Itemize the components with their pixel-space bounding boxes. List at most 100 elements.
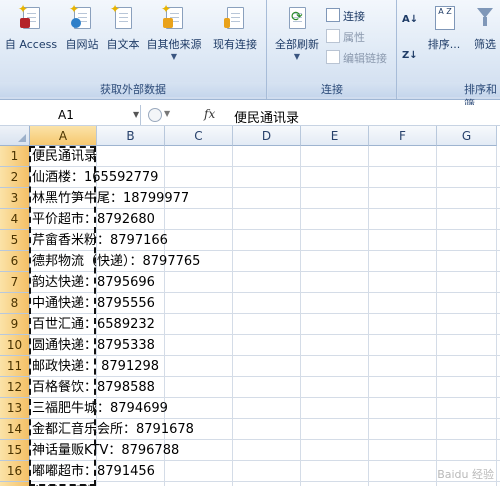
- column-header-c[interactable]: C: [165, 126, 233, 146]
- connections-button[interactable]: 连接: [326, 8, 365, 24]
- cell-a16[interactable]: 嘟嘟超市：8791456: [32, 461, 155, 482]
- row-header-2[interactable]: 2: [0, 167, 30, 188]
- filter-label: 筛选: [474, 38, 496, 51]
- group-label-sort-filter: 排序和筛: [398, 82, 500, 111]
- sort-descending-button[interactable]: Z↓: [402, 50, 418, 61]
- sort-button[interactable]: A Z 排序...: [424, 6, 464, 52]
- row-header-5[interactable]: 5: [0, 230, 30, 251]
- from-access-button[interactable]: ✦ 自 Access: [4, 3, 58, 52]
- column-header-a[interactable]: A: [30, 126, 97, 146]
- watermark-logo: Baidu 经验: [437, 468, 494, 481]
- column-gridline: [300, 146, 301, 486]
- column-header-g[interactable]: G: [437, 126, 497, 146]
- chevron-down-icon: ▼: [293, 52, 301, 61]
- other-sources-icon: ✦: [161, 3, 185, 30]
- row-header-11[interactable]: 11: [0, 356, 30, 377]
- column-header-d[interactable]: D: [233, 126, 301, 146]
- connections-icon: [326, 8, 340, 22]
- column-header-b[interactable]: B: [97, 126, 165, 146]
- cell-a14[interactable]: 金都汇音乐会所：8791678: [32, 419, 194, 440]
- row-header-10[interactable]: 10: [0, 335, 30, 356]
- properties-label: 属性: [343, 31, 365, 44]
- from-other-sources-button[interactable]: ✦ 自其他来源 ▼: [144, 3, 204, 61]
- cell-a10[interactable]: 圆通快递：8795338: [32, 335, 155, 356]
- spreadsheet-grid[interactable]: ABCDEFG 1234567891011121314151617 便民通讯录仙…: [0, 126, 500, 486]
- formula-input[interactable]: 便民通讯录: [234, 107, 299, 126]
- properties-button[interactable]: 属性: [326, 29, 365, 45]
- formula-tools: ▼ fx: [148, 106, 218, 124]
- row-header-4[interactable]: 4: [0, 209, 30, 230]
- cell-a3[interactable]: 林黑竹笋牛尾：18799977: [32, 188, 189, 209]
- formula-circle-icon: [148, 108, 162, 122]
- cell-a6[interactable]: 德邦物流（快递）：8797765: [32, 251, 200, 272]
- row-header-16[interactable]: 16: [0, 461, 30, 482]
- row-header-15[interactable]: 15: [0, 440, 30, 461]
- connections-label: 连接: [343, 10, 365, 23]
- cell-a4[interactable]: 平价超市：8792680: [32, 209, 155, 230]
- cell-a1[interactable]: 便民通讯录: [32, 146, 97, 167]
- group-label-connections: 连接: [268, 82, 396, 97]
- column-header-e[interactable]: E: [301, 126, 369, 146]
- refresh-all-label: 全部刷新: [275, 38, 319, 51]
- from-text-button[interactable]: ✦ 自文本: [104, 3, 142, 52]
- existing-connections-label: 现有连接: [213, 38, 257, 51]
- row-header-8[interactable]: 8: [0, 293, 30, 314]
- name-box[interactable]: A1 ▼: [0, 105, 141, 125]
- from-other-sources-label: 自其他来源: [146, 38, 202, 51]
- from-text-label: 自文本: [106, 38, 140, 51]
- group-sort-filter: A↓ Z↓ A Z 排序... 筛选 排序和筛: [398, 0, 500, 111]
- group-label-external-data: 获取外部数据: [0, 82, 266, 97]
- cell-a2[interactable]: 仙酒楼：165592779: [32, 167, 158, 188]
- insert-function-icon[interactable]: fx: [204, 107, 215, 121]
- cell-a7[interactable]: 韵达快递：8795696: [32, 272, 155, 293]
- sort-descending-icon: Z↓: [402, 50, 418, 61]
- row-header-13[interactable]: 13: [0, 398, 30, 419]
- name-box-value: A1: [58, 108, 74, 122]
- sort-dialog-icon: A Z: [433, 6, 455, 30]
- column-gridline: [436, 146, 437, 486]
- row-header-6[interactable]: 6: [0, 251, 30, 272]
- properties-icon: [326, 29, 340, 43]
- row-header-12[interactable]: 12: [0, 377, 30, 398]
- access-icon: ✦: [18, 3, 42, 30]
- cell-a15[interactable]: 神话量贩KTV：8796788: [32, 440, 179, 461]
- group-external-data: ✦ 自 Access ✦ 自网站 ✦ 自文本 ✦ 自其他来源 ▼ 现有连接 获取…: [0, 0, 267, 99]
- from-web-button[interactable]: ✦ 自网站: [62, 3, 102, 52]
- link-icon: [326, 50, 340, 64]
- column-header-f[interactable]: F: [369, 126, 437, 146]
- filter-button[interactable]: 筛选: [468, 6, 500, 52]
- chevron-down-icon[interactable]: ▼: [133, 110, 139, 119]
- existing-connections-icon: [224, 6, 246, 30]
- cell-a17[interactable]: 九州天码鞋: [32, 482, 97, 486]
- row-header-9[interactable]: 9: [0, 314, 30, 335]
- cell-a8[interactable]: 中通快递：8795556: [32, 293, 155, 314]
- sort-az-box: A Z: [435, 6, 455, 30]
- column-gridline: [232, 146, 233, 486]
- edit-links-label: 编辑链接: [343, 52, 387, 65]
- row-header-1[interactable]: 1: [0, 146, 30, 167]
- cell-a11[interactable]: 邮政快递： 8791298: [32, 356, 159, 377]
- from-web-label: 自网站: [65, 38, 99, 51]
- refresh-all-button[interactable]: ⟳ 全部刷新 ▼: [272, 6, 322, 61]
- group-connections: ⟳ 全部刷新 ▼ 连接 属性 编辑链接 连接: [268, 0, 397, 99]
- cell-a13[interactable]: 三福肥牛城：8794699: [32, 398, 168, 419]
- row-header-17[interactable]: 17: [0, 482, 30, 486]
- select-all-button[interactable]: [0, 126, 30, 146]
- sort-ascending-button[interactable]: A↓: [402, 14, 418, 25]
- text-file-icon: ✦: [110, 3, 134, 30]
- row-header-14[interactable]: 14: [0, 419, 30, 440]
- row-header-3[interactable]: 3: [0, 188, 30, 209]
- formula-bar: A1 ▼ ▼ fx 便民通讯录: [0, 105, 500, 126]
- from-access-label: 自 Access: [4, 38, 58, 51]
- cell-a5[interactable]: 芹畲香米粉：8797166: [32, 230, 168, 251]
- filter-funnel-icon: [474, 6, 496, 30]
- cell-a12[interactable]: 百格餐饮：8798588: [32, 377, 155, 398]
- formula-dropdown-icon[interactable]: ▼: [164, 109, 170, 118]
- column-gridline: [368, 146, 369, 486]
- edit-links-button[interactable]: 编辑链接: [326, 50, 387, 66]
- ribbon: ✦ 自 Access ✦ 自网站 ✦ 自文本 ✦ 自其他来源 ▼ 现有连接 获取…: [0, 0, 500, 111]
- row-header-7[interactable]: 7: [0, 272, 30, 293]
- sort-label: 排序...: [427, 38, 461, 51]
- cell-a9[interactable]: 百世汇通：6589232: [32, 314, 155, 335]
- existing-connections-button[interactable]: 现有连接: [210, 6, 260, 52]
